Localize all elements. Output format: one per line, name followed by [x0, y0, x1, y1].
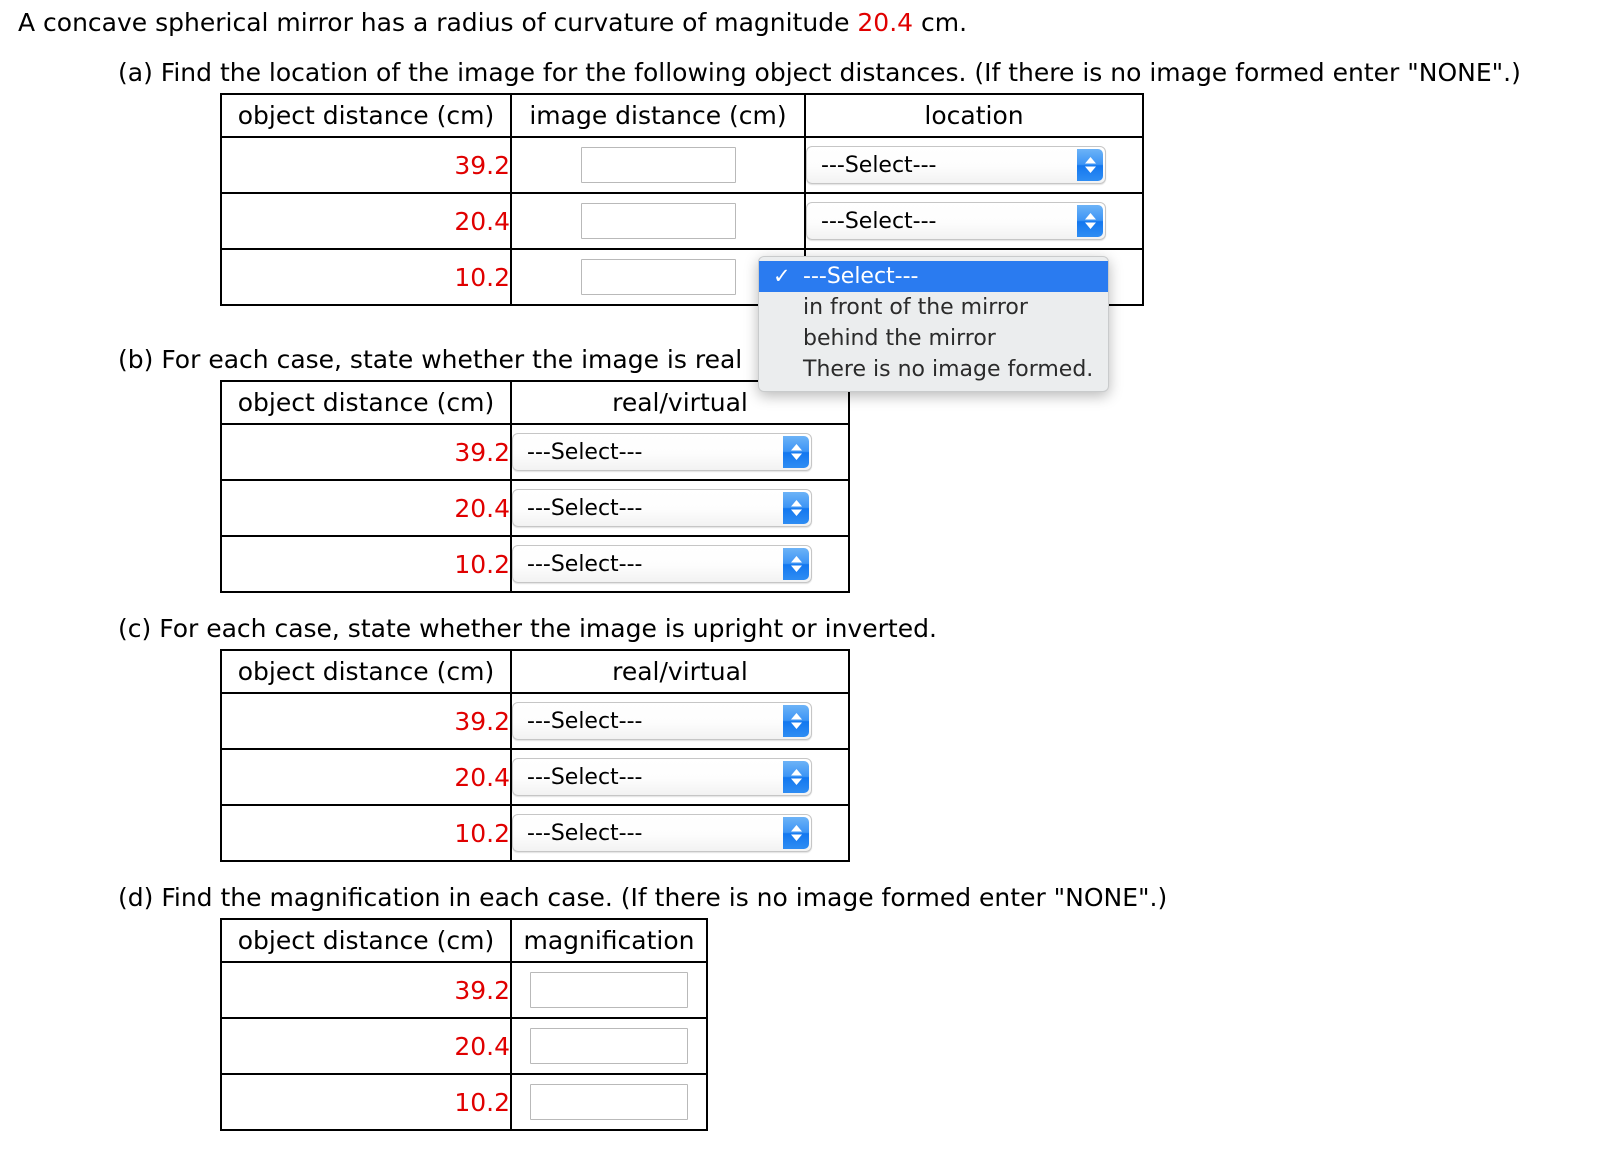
- dropdown-option-behind-mirror[interactable]: behind the mirror: [759, 323, 1108, 354]
- chevron-updown-icon[interactable]: [783, 705, 809, 737]
- table-row: 20.4 ---Select---: [220, 479, 850, 537]
- header-object-distance: object distance (cm): [220, 649, 512, 694]
- real-virtual-select-value: ---Select---: [527, 551, 643, 577]
- table-row: 20.4 ---Select---: [220, 192, 1144, 250]
- table-row: 10.2 ---Select---: [220, 535, 850, 593]
- object-distance-cell: 39.2: [220, 423, 512, 481]
- object-distance-cell: 20.4: [220, 1017, 512, 1075]
- upright-inverted-select-value: ---Select---: [527, 820, 643, 846]
- header-object-distance: object distance (cm): [220, 918, 512, 963]
- real-virtual-select[interactable]: ---Select---: [512, 433, 812, 471]
- table-header-row: object distance (cm) real/virtual: [220, 380, 850, 425]
- table-header-row: object distance (cm) magnification: [220, 918, 708, 963]
- table-row: 20.4 ---Select---: [220, 748, 850, 806]
- magnification-input[interactable]: [530, 1084, 688, 1120]
- checkmark-icon: ✓: [773, 264, 791, 288]
- real-virtual-cell: ---Select---: [510, 423, 850, 481]
- table-row: 39.2: [220, 961, 708, 1019]
- image-distance-input[interactable]: [580, 203, 736, 239]
- part-b-table: object distance (cm) real/virtual 39.2 -…: [220, 380, 850, 593]
- table-row: 10.2: [220, 1073, 708, 1131]
- location-cell: ---Select---: [804, 192, 1144, 250]
- part-d-label: (d) Find the magnification in each case.…: [118, 883, 1168, 912]
- chevron-updown-icon[interactable]: [783, 492, 809, 524]
- object-distance-cell: 10.2: [220, 248, 512, 306]
- upright-inverted-select-value: ---Select---: [527, 708, 643, 734]
- location-select[interactable]: ---Select---: [806, 202, 1106, 240]
- stem-prefix: A concave spherical mirror has a radius …: [18, 8, 858, 37]
- upright-inverted-cell: ---Select---: [510, 804, 850, 862]
- table-row: 39.2 ---Select---: [220, 423, 850, 481]
- location-cell: ---Select---: [804, 136, 1144, 194]
- chevron-updown-icon[interactable]: [1077, 205, 1103, 237]
- object-distance-cell: 10.2: [220, 804, 512, 862]
- table-row: 20.4: [220, 1017, 708, 1075]
- header-object-distance: object distance (cm): [220, 380, 512, 425]
- chevron-updown-icon[interactable]: [783, 548, 809, 580]
- object-distance-cell: 20.4: [220, 748, 512, 806]
- dropdown-option-label: in front of the mirror: [803, 295, 1028, 320]
- object-distance-cell: 10.2: [220, 535, 512, 593]
- chevron-updown-icon[interactable]: [783, 817, 809, 849]
- upright-inverted-cell: ---Select---: [510, 748, 850, 806]
- chevron-updown-icon[interactable]: [1077, 149, 1103, 181]
- table-row: 10.2 ---Select---: [220, 804, 850, 862]
- dropdown-option-label: There is no image formed.: [803, 357, 1094, 382]
- location-dropdown-menu[interactable]: ✓ ---Select--- in front of the mirror be…: [758, 256, 1109, 392]
- upright-inverted-select[interactable]: ---Select---: [512, 702, 812, 740]
- header-location: location: [804, 93, 1144, 138]
- part-a-label: (a) Find the location of the image for t…: [118, 58, 1521, 87]
- location-select-value: ---Select---: [821, 208, 937, 234]
- part-c-label: (c) For each case, state whether the ima…: [118, 614, 937, 643]
- dropdown-option-label: ---Select---: [803, 264, 919, 289]
- stem-radius-value: 20.4: [857, 8, 914, 37]
- table-row: 39.2 ---Select---: [220, 692, 850, 750]
- table-header-row: object distance (cm) real/virtual: [220, 649, 850, 694]
- part-d-table: object distance (cm) magnification 39.2 …: [220, 918, 708, 1131]
- header-magnification: magnification: [510, 918, 708, 963]
- real-virtual-cell: ---Select---: [510, 479, 850, 537]
- magnification-cell: [510, 1017, 708, 1075]
- location-select[interactable]: ---Select---: [806, 146, 1106, 184]
- upright-inverted-select[interactable]: ---Select---: [512, 814, 812, 852]
- image-distance-cell: [510, 192, 806, 250]
- image-distance-input[interactable]: [580, 259, 736, 295]
- upright-inverted-select-value: ---Select---: [527, 764, 643, 790]
- magnification-input[interactable]: [530, 972, 688, 1008]
- real-virtual-select[interactable]: ---Select---: [512, 489, 812, 527]
- dropdown-option-label: behind the mirror: [803, 326, 996, 351]
- problem-stem: A concave spherical mirror has a radius …: [18, 6, 967, 40]
- real-virtual-cell: ---Select---: [510, 535, 850, 593]
- dropdown-option-select[interactable]: ✓ ---Select---: [759, 261, 1108, 292]
- dropdown-option-in-front-of-mirror[interactable]: in front of the mirror: [759, 292, 1108, 323]
- object-distance-cell: 39.2: [220, 961, 512, 1019]
- image-distance-cell: [510, 136, 806, 194]
- part-b-label: (b) For each case, state whether the ima…: [118, 345, 743, 374]
- object-distance-cell: 39.2: [220, 136, 512, 194]
- table-header-row: object distance (cm) image distance (cm)…: [220, 93, 1144, 138]
- real-virtual-select-value: ---Select---: [527, 495, 643, 521]
- table-row: 39.2 ---Select---: [220, 136, 1144, 194]
- chevron-updown-icon[interactable]: [783, 436, 809, 468]
- dropdown-option-no-image-formed[interactable]: There is no image formed.: [759, 354, 1108, 385]
- image-distance-input[interactable]: [580, 147, 736, 183]
- object-distance-cell: 20.4: [220, 192, 512, 250]
- header-real-virtual: real/virtual: [510, 649, 850, 694]
- magnification-cell: [510, 1073, 708, 1131]
- chevron-updown-icon[interactable]: [783, 761, 809, 793]
- stem-suffix: cm.: [913, 8, 968, 37]
- location-select-value: ---Select---: [821, 152, 937, 178]
- header-object-distance: object distance (cm): [220, 93, 512, 138]
- part-c-table: object distance (cm) real/virtual 39.2 -…: [220, 649, 850, 862]
- object-distance-cell: 39.2: [220, 692, 512, 750]
- real-virtual-select-value: ---Select---: [527, 439, 643, 465]
- upright-inverted-select[interactable]: ---Select---: [512, 758, 812, 796]
- object-distance-cell: 20.4: [220, 479, 512, 537]
- real-virtual-select[interactable]: ---Select---: [512, 545, 812, 583]
- magnification-input[interactable]: [530, 1028, 688, 1064]
- magnification-cell: [510, 961, 708, 1019]
- upright-inverted-cell: ---Select---: [510, 692, 850, 750]
- header-image-distance: image distance (cm): [510, 93, 806, 138]
- object-distance-cell: 10.2: [220, 1073, 512, 1131]
